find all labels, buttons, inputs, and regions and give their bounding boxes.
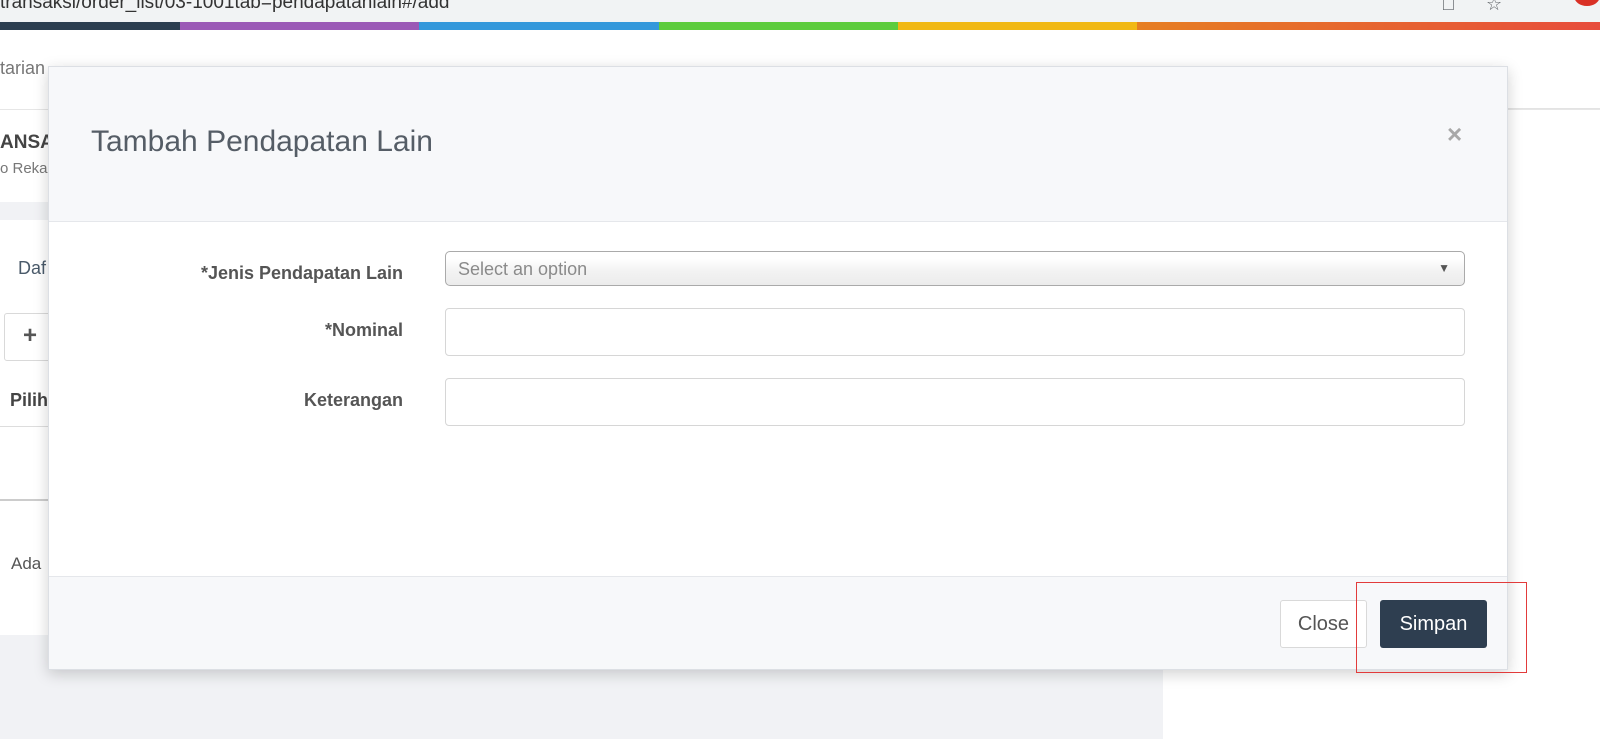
jenis-pendapatan-label: *Jenis Pendapatan Lain <box>200 263 403 283</box>
save-button[interactable]: Simpan <box>1380 600 1487 648</box>
modal-title: Tambah Pendapatan Lain <box>91 125 433 158</box>
bookmark-star-icon[interactable]: ☆ <box>1486 0 1502 15</box>
background-breadcrumb[interactable]: tarian <box>0 58 45 79</box>
keterangan-label: Keterangan <box>303 390 403 410</box>
background-page-title: ANSA <box>0 132 54 153</box>
nominal-input[interactable] <box>445 308 1465 356</box>
select-placeholder: Select an option <box>458 259 588 279</box>
background-column-header: Pilih <box>10 390 49 410</box>
extension-icon[interactable] <box>1574 0 1600 6</box>
background-add-button[interactable]: + <box>4 313 54 361</box>
add-other-income-modal: Tambah Pendapatan Lain × *Jenis Pendapat… <box>48 66 1508 670</box>
jenis-pendapatan-select[interactable]: Select an option ▼ <box>445 251 1465 286</box>
background-empty-row-text: Ada <box>11 554 42 573</box>
keterangan-input[interactable] <box>445 378 1465 426</box>
background-tab[interactable]: Daf <box>18 258 46 279</box>
modal-header: Tambah Pendapatan Lain × <box>49 67 1507 222</box>
close-icon[interactable]: × <box>1447 119 1462 150</box>
dropdown-arrow-icon: ▼ <box>1438 261 1450 275</box>
background-page-subtitle: o Rekar <box>0 160 53 177</box>
nominal-label: *Nominal <box>324 320 403 340</box>
close-button[interactable]: Close <box>1280 600 1367 648</box>
browser-address-bar[interactable]: transaksi/order_list/03-1001tab=pendapat… <box>0 0 1600 22</box>
share-icon[interactable]: □ <box>1443 0 1454 15</box>
modal-footer: Close Simpan <box>49 576 1507 669</box>
address-url[interactable]: transaksi/order_list/03-1001tab=pendapat… <box>0 0 449 14</box>
accent-strip <box>0 22 1600 30</box>
